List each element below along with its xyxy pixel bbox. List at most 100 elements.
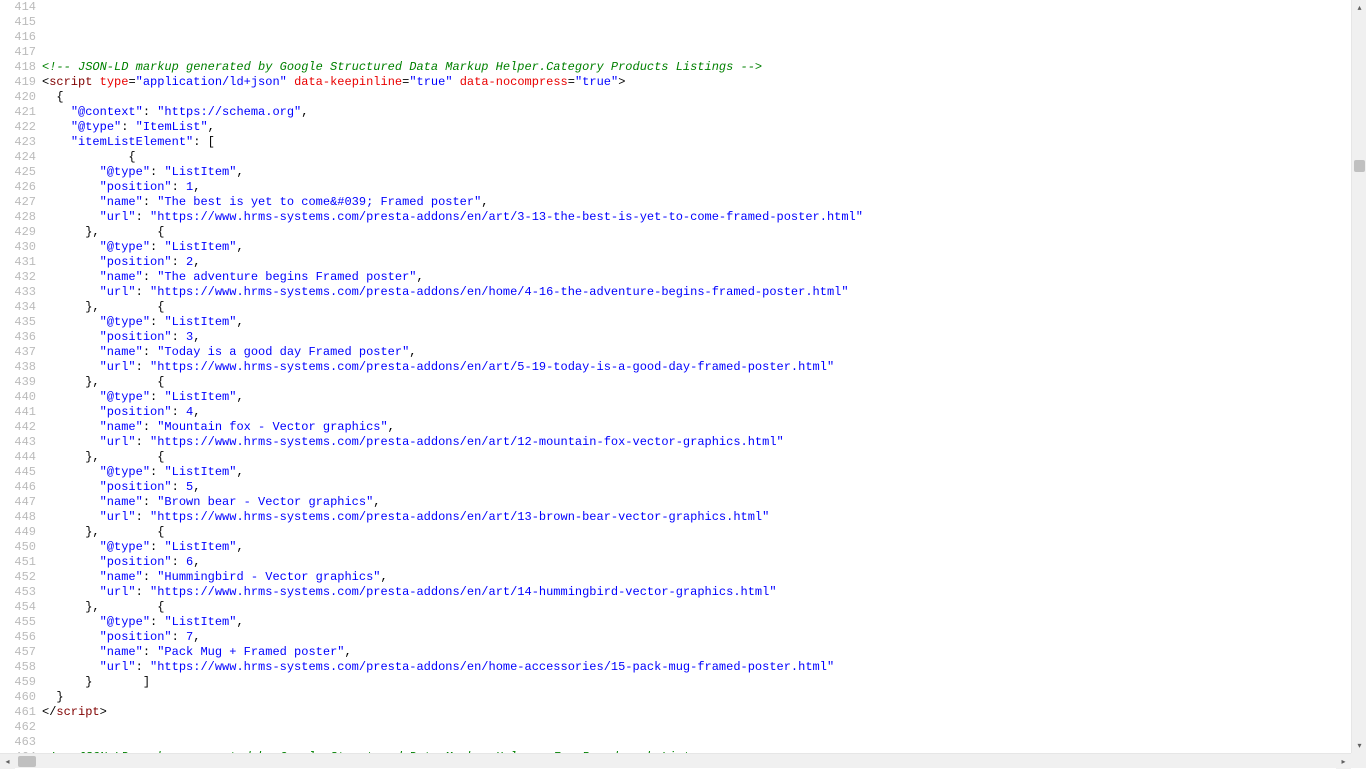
- line-number: 446: [0, 480, 36, 495]
- code-line[interactable]: }, {: [42, 375, 863, 390]
- code-line[interactable]: "@type": "ListItem",: [42, 390, 863, 405]
- line-number: 438: [0, 360, 36, 375]
- line-number: 449: [0, 525, 36, 540]
- line-number: 450: [0, 540, 36, 555]
- code-line[interactable]: "@type": "ListItem",: [42, 240, 863, 255]
- code-line[interactable]: "position": 3,: [42, 330, 863, 345]
- line-number: 447: [0, 495, 36, 510]
- code-line[interactable]: "itemListElement": [: [42, 135, 863, 150]
- code-line[interactable]: "@type": "ItemList",: [42, 120, 863, 135]
- line-number: 452: [0, 570, 36, 585]
- code-line[interactable]: "name": "The best is yet to come&#039; F…: [42, 195, 863, 210]
- code-line[interactable]: }, {: [42, 600, 863, 615]
- code-line[interactable]: }, {: [42, 300, 863, 315]
- code-line[interactable]: "url": "https://www.hrms-systems.com/pre…: [42, 360, 863, 375]
- code-line[interactable]: } ]: [42, 675, 863, 690]
- scrollbar-corner: [1351, 753, 1366, 768]
- line-number: 442: [0, 420, 36, 435]
- code-line[interactable]: "@context": "https://schema.org",: [42, 105, 863, 120]
- code-line[interactable]: "name": "Hummingbird - Vector graphics",: [42, 570, 863, 585]
- line-number: 441: [0, 405, 36, 420]
- line-number: 454: [0, 600, 36, 615]
- code-line[interactable]: </script>: [42, 705, 863, 720]
- line-number: 426: [0, 180, 36, 195]
- code-line[interactable]: "url": "https://www.hrms-systems.com/pre…: [42, 285, 863, 300]
- code-line[interactable]: "url": "https://www.hrms-systems.com/pre…: [42, 660, 863, 675]
- code-line[interactable]: "@type": "ListItem",: [42, 615, 863, 630]
- line-number-gutter: 4144154164174184194204214224234244254264…: [0, 0, 42, 765]
- line-number: 428: [0, 210, 36, 225]
- code-line[interactable]: }: [42, 690, 863, 705]
- code-line[interactable]: [42, 0, 863, 15]
- code-line[interactable]: "name": "The adventure begins Framed pos…: [42, 270, 863, 285]
- line-number: 462: [0, 720, 36, 735]
- line-number: 444: [0, 450, 36, 465]
- code-line[interactable]: "name": "Pack Mug + Framed poster",: [42, 645, 863, 660]
- scrollbar-horizontal[interactable]: ◂ ▸: [0, 753, 1351, 768]
- scrollbar-vertical[interactable]: ▴ ▾: [1351, 0, 1366, 753]
- line-number: 457: [0, 645, 36, 660]
- code-line[interactable]: [42, 30, 863, 45]
- code-line[interactable]: "name": "Mountain fox - Vector graphics"…: [42, 420, 863, 435]
- line-number: 455: [0, 615, 36, 630]
- code-line[interactable]: "position": 7,: [42, 630, 863, 645]
- code-line[interactable]: [42, 720, 863, 735]
- code-line[interactable]: }, {: [42, 525, 863, 540]
- code-line[interactable]: "@type": "ListItem",: [42, 165, 863, 180]
- code-line[interactable]: "@type": "ListItem",: [42, 465, 863, 480]
- code-view[interactable]: <!-- JSON-LD markup generated by Google …: [42, 0, 863, 765]
- code-line[interactable]: [42, 45, 863, 60]
- code-line[interactable]: }, {: [42, 450, 863, 465]
- line-number: 415: [0, 15, 36, 30]
- line-number: 414: [0, 0, 36, 15]
- code-line[interactable]: }, {: [42, 225, 863, 240]
- line-number: 425: [0, 165, 36, 180]
- line-number: 453: [0, 585, 36, 600]
- code-line[interactable]: "@type": "ListItem",: [42, 540, 863, 555]
- code-line[interactable]: "position": 4,: [42, 405, 863, 420]
- code-line[interactable]: [42, 15, 863, 30]
- code-line[interactable]: "position": 1,: [42, 180, 863, 195]
- line-number: 434: [0, 300, 36, 315]
- line-number: 436: [0, 330, 36, 345]
- line-number: 430: [0, 240, 36, 255]
- code-line[interactable]: "url": "https://www.hrms-systems.com/pre…: [42, 585, 863, 600]
- code-line[interactable]: "url": "https://www.hrms-systems.com/pre…: [42, 510, 863, 525]
- code-line[interactable]: [42, 735, 863, 750]
- scroll-up-button[interactable]: ▴: [1352, 0, 1366, 15]
- scroll-right-button[interactable]: ▸: [1336, 754, 1351, 769]
- code-line[interactable]: <script type="application/ld+json" data-…: [42, 75, 863, 90]
- scroll-thumb-horizontal[interactable]: [18, 756, 36, 767]
- code-line[interactable]: "name": "Brown bear - Vector graphics",: [42, 495, 863, 510]
- scroll-down-button[interactable]: ▾: [1352, 738, 1366, 753]
- line-number: 422: [0, 120, 36, 135]
- code-line[interactable]: {: [42, 150, 863, 165]
- line-number: 432: [0, 270, 36, 285]
- code-line[interactable]: "position": 6,: [42, 555, 863, 570]
- line-number: 433: [0, 285, 36, 300]
- line-number: 463: [0, 735, 36, 750]
- line-number: 420: [0, 90, 36, 105]
- code-line[interactable]: "position": 2,: [42, 255, 863, 270]
- code-line[interactable]: "position": 5,: [42, 480, 863, 495]
- code-line[interactable]: <!-- JSON-LD markup generated by Google …: [42, 60, 863, 75]
- line-number: 431: [0, 255, 36, 270]
- code-line[interactable]: "@type": "ListItem",: [42, 315, 863, 330]
- line-number: 429: [0, 225, 36, 240]
- line-number: 437: [0, 345, 36, 360]
- line-number: 461: [0, 705, 36, 720]
- line-number: 440: [0, 390, 36, 405]
- scroll-thumb-vertical[interactable]: [1354, 160, 1365, 172]
- code-line[interactable]: "url": "https://www.hrms-systems.com/pre…: [42, 210, 863, 225]
- code-line[interactable]: "url": "https://www.hrms-systems.com/pre…: [42, 435, 863, 450]
- line-number: 427: [0, 195, 36, 210]
- line-number: 451: [0, 555, 36, 570]
- line-number: 435: [0, 315, 36, 330]
- code-line[interactable]: "name": "Today is a good day Framed post…: [42, 345, 863, 360]
- scroll-left-button[interactable]: ◂: [0, 754, 15, 769]
- line-number: 443: [0, 435, 36, 450]
- line-number: 460: [0, 690, 36, 705]
- line-number: 439: [0, 375, 36, 390]
- line-number: 423: [0, 135, 36, 150]
- code-line[interactable]: {: [42, 90, 863, 105]
